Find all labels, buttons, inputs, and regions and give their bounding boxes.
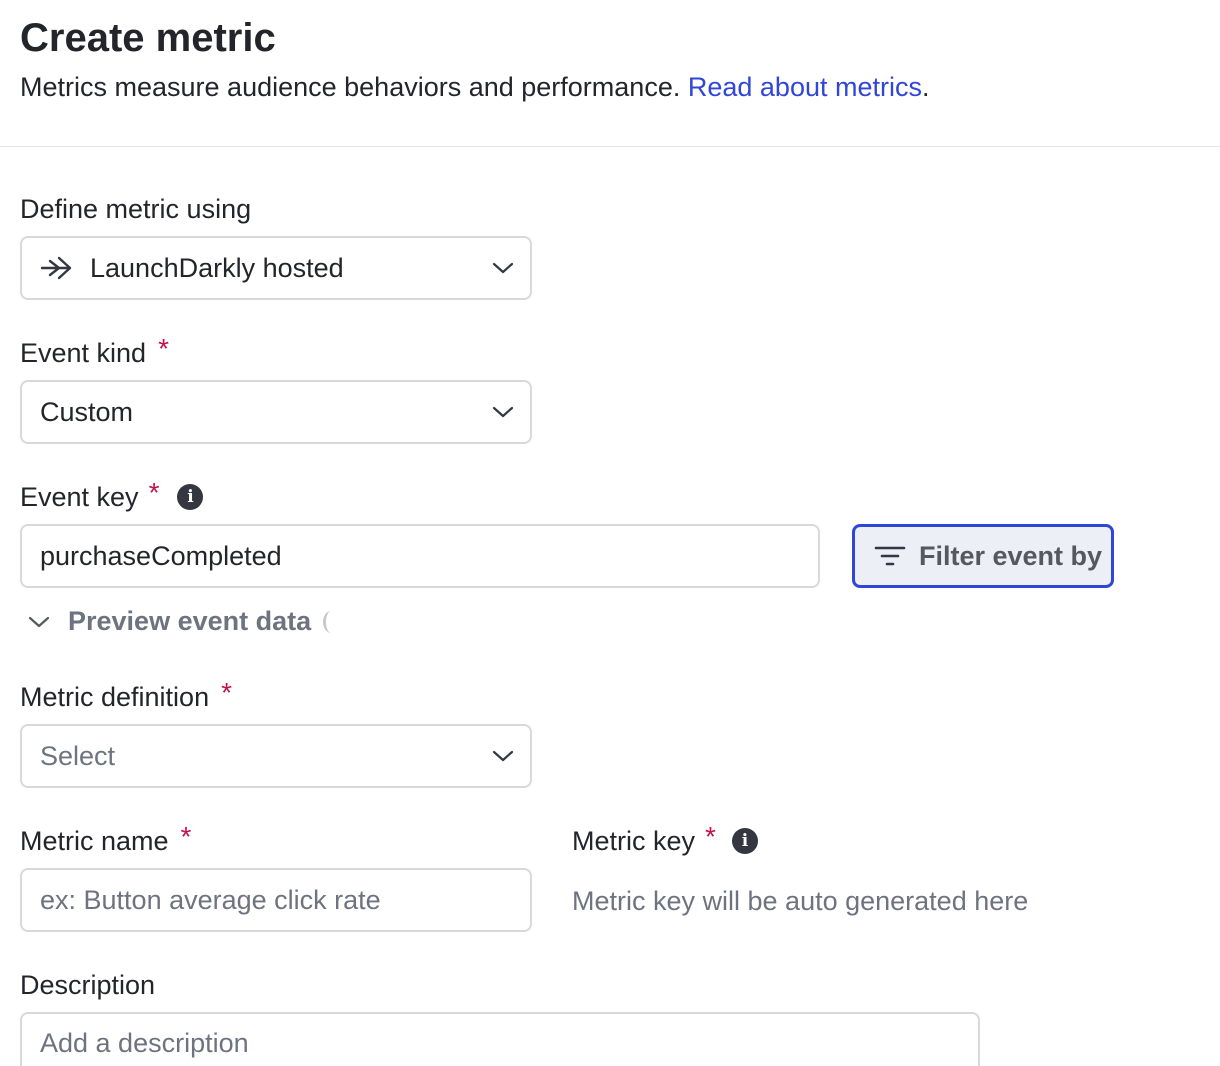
header-divider — [0, 146, 1220, 147]
define-metric-select[interactable]: LaunchDarkly hosted — [20, 236, 532, 300]
description-textarea[interactable]: Add a description — [20, 1012, 980, 1066]
page-subtitle: Metrics measure audience behaviors and p… — [20, 70, 930, 104]
event-key-label-text: Event key — [20, 482, 139, 512]
metric-name-label-text: Metric name — [20, 826, 169, 856]
required-marker: * — [158, 333, 169, 364]
event-key-label: Event key * i — [20, 477, 204, 514]
metric-name-input[interactable]: ex: Button average click rate — [20, 868, 532, 932]
metric-definition-label-text: Metric definition — [20, 682, 210, 712]
define-metric-label: Define metric using — [20, 192, 251, 226]
required-marker: * — [221, 677, 232, 708]
metric-definition-select[interactable]: Select — [20, 724, 532, 788]
preview-event-data-label: Preview event data — [68, 606, 312, 636]
arrow-right-icon — [40, 256, 72, 280]
metric-definition-placeholder: Select — [40, 740, 116, 771]
subtitle-suffix: . — [921, 72, 930, 102]
metric-key-label-text: Metric key — [572, 826, 696, 856]
required-marker: * — [180, 821, 192, 852]
create-metric-page: Create metric Metrics measure audience b… — [0, 0, 1220, 1066]
subtitle-text: Metrics measure audience behaviors and p… — [20, 72, 681, 102]
read-about-metrics-link[interactable]: Read about metrics — [688, 72, 922, 102]
event-key-value: purchaseCompleted — [40, 540, 282, 571]
chevron-down-icon — [492, 750, 514, 762]
description-label: Description — [20, 968, 155, 1002]
description-placeholder: Add a description — [40, 1028, 249, 1058]
page-title: Create metric — [20, 16, 276, 60]
event-kind-select[interactable]: Custom — [20, 380, 532, 444]
metric-definition-label: Metric definition * — [20, 677, 232, 714]
required-marker: * — [148, 477, 160, 508]
event-kind-label-text: Event kind — [20, 338, 147, 368]
define-metric-label-text: Define metric using — [20, 194, 252, 224]
metric-name-label: Metric name * — [20, 821, 191, 858]
required-marker: * — [705, 821, 716, 852]
filter-event-by-label: Filter event by — [919, 540, 1103, 571]
metric-key-label: Metric key * i — [572, 821, 758, 858]
filter-event-by-button[interactable]: Filter event by — [852, 524, 1114, 588]
event-kind-label: Event kind * — [20, 333, 169, 370]
event-key-input[interactable]: purchaseCompleted — [20, 524, 820, 588]
info-icon[interactable]: i — [731, 828, 758, 854]
description-label-text: Description — [20, 970, 156, 1000]
loading-spinner-icon — [323, 610, 339, 633]
event-kind-value: Custom — [40, 396, 134, 427]
chevron-down-icon — [492, 406, 514, 418]
preview-event-data-toggle[interactable]: Preview event data — [28, 606, 339, 637]
metric-key-placeholder: Metric key will be auto generated here — [572, 886, 1029, 916]
chevron-down-icon — [28, 616, 50, 627]
define-metric-value: LaunchDarkly hosted — [90, 252, 344, 283]
filter-icon — [874, 546, 906, 566]
metric-name-placeholder: ex: Button average click rate — [40, 884, 381, 915]
chevron-down-icon — [492, 262, 514, 274]
info-icon[interactable]: i — [177, 484, 204, 510]
